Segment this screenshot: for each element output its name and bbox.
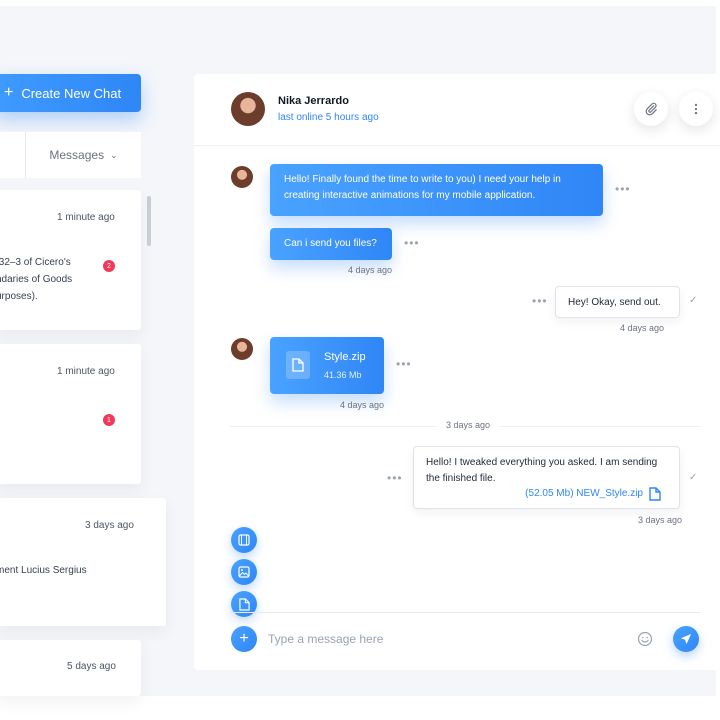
incoming-message[interactable]: Can i send you files? (270, 228, 392, 260)
emoji-icon (637, 631, 653, 647)
file-message[interactable]: Style.zip 41.36 Mb (270, 337, 384, 394)
chat-item-snippet: .32–3 of Cicero's ndaries of Goods urpos… (0, 257, 73, 302)
chat-list-item[interactable]: 5 days ago (0, 640, 141, 696)
send-icon (681, 634, 691, 644)
contact-avatar[interactable] (231, 92, 265, 126)
message-options-icon[interactable]: ••• (387, 471, 403, 485)
message-options-icon[interactable]: ••• (615, 182, 631, 196)
day-divider-label: 3 days ago (436, 420, 501, 430)
send-button[interactable] (673, 626, 699, 652)
message-options-icon[interactable]: ••• (532, 294, 548, 308)
file-name: Style.zip (324, 351, 366, 363)
chevron-down-icon: ⌄ (110, 149, 118, 160)
attach-file-button[interactable] (231, 591, 257, 617)
chat-list-scrollbar[interactable] (147, 196, 151, 246)
attach-button[interactable] (634, 92, 668, 126)
film-icon (238, 534, 250, 546)
more-options-button[interactable] (679, 92, 713, 126)
plus-icon: + (4, 84, 14, 101)
chat-panel: Nika Jerrardo last online 5 hours ago He… (194, 74, 720, 670)
create-new-chat-label: Create New Chat (21, 85, 122, 101)
message-timestamp: 3 days ago (638, 515, 683, 525)
filter-blank-tab[interactable] (0, 132, 26, 178)
message-options-icon[interactable]: ••• (396, 357, 412, 371)
document-icon (649, 487, 661, 501)
read-check-icon: ✓ (689, 472, 698, 483)
emoji-button[interactable] (635, 629, 655, 649)
chat-item-time: 1 minute ago (57, 212, 115, 223)
contact-avatar-small (231, 338, 253, 360)
chat-item-time: 5 days ago (67, 661, 116, 672)
unread-badge: 1 (103, 414, 115, 426)
contact-status: last online 5 hours ago (278, 112, 379, 123)
chat-header: Nika Jerrardo last online 5 hours ago (194, 74, 720, 146)
file-icon (286, 351, 310, 379)
attachment-link[interactable]: (52.05 Mb) NEW_Style.zip (525, 486, 661, 502)
file-icon (238, 597, 250, 611)
file-size: 41.36 Mb (324, 370, 362, 380)
chat-filter-bar: Messages ⌄ (0, 132, 141, 178)
bottom-strip (0, 696, 720, 720)
chat-item-time: 3 days ago (85, 520, 134, 531)
attach-video-button[interactable] (231, 527, 257, 553)
chat-list-item[interactable]: 3 days ago ment Lucius Sergius (0, 498, 166, 626)
contact-name[interactable]: Nika Jerrardo (278, 95, 349, 107)
chat-list-item[interactable]: 1 minute ago .32–3 of Cicero's ndaries o… (0, 190, 141, 330)
message-timestamp: 4 days ago (620, 323, 665, 333)
paperclip-icon (645, 102, 657, 116)
plus-icon: + (239, 630, 249, 647)
outgoing-message[interactable]: Hey! Okay, send out. (555, 286, 680, 318)
messages-filter-select[interactable]: Messages ⌄ (26, 132, 141, 178)
chat-list-item[interactable]: 1 minute ago 1 (0, 344, 141, 484)
message-timestamp: 4 days ago (348, 265, 393, 275)
incoming-message[interactable]: Hello! Finally found the time to write t… (270, 164, 603, 216)
message-input[interactable] (268, 628, 628, 650)
composer-add-button[interactable]: + (231, 626, 257, 652)
create-new-chat-button[interactable]: + Create New Chat (0, 74, 141, 112)
chat-item-snippet: ment Lucius Sergius (0, 565, 87, 576)
composer-divider (230, 612, 700, 613)
more-vertical-icon (694, 103, 698, 115)
outgoing-message[interactable]: Hello! I tweaked everything you asked. I… (413, 446, 680, 509)
messages-filter-label: Messages (49, 148, 105, 162)
unread-badge: 2 (103, 260, 115, 272)
attach-image-button[interactable] (231, 559, 257, 585)
read-check-icon: ✓ (689, 295, 698, 306)
message-timestamp: 4 days ago (340, 400, 385, 410)
image-icon (238, 566, 250, 578)
chat-item-time: 1 minute ago (57, 366, 115, 377)
message-options-icon[interactable]: ••• (404, 236, 420, 250)
contact-avatar-small (231, 166, 253, 188)
